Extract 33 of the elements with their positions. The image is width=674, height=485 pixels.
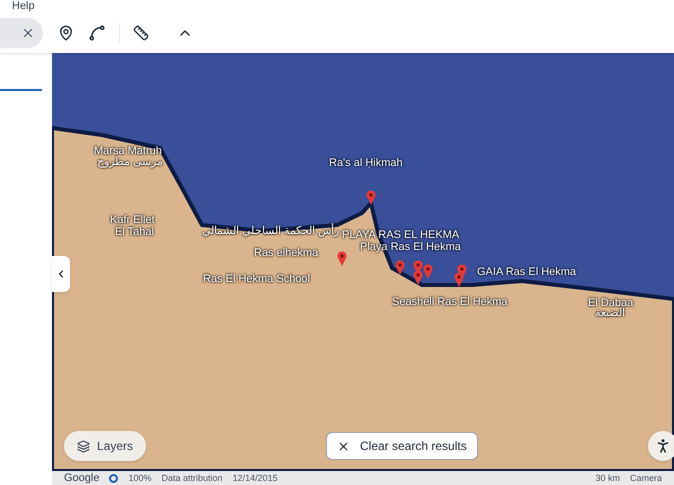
map-pin-icon[interactable] [395,260,405,275]
data-attribution-link[interactable]: Data attribution [162,473,223,483]
search-field[interactable] [0,18,43,48]
close-icon[interactable] [21,26,35,40]
map-label: Kafr Ellet [110,214,155,226]
camera-label: Camera [630,473,662,483]
google-logo: Google [64,473,100,483]
map-pin-icon[interactable] [366,190,376,205]
map-label: الضبعة [595,307,625,319]
ruler-icon[interactable] [133,25,149,41]
map-label: PLAYA RAS EL HEKMA [342,229,460,241]
imagery-date: 12/14/2015 [232,473,278,483]
path-icon[interactable] [88,24,106,42]
map-label: Seashell Ras El Hekma [392,296,508,308]
map-label: مرسى مطروح [97,156,164,168]
scale-label: 30 km [595,473,620,483]
map-label: Ra's al Ḥikmah [329,157,403,169]
map-label: El Dabaa [588,297,634,309]
map-label: El Tahal [115,226,154,238]
zoom-icon [109,474,118,482]
zoom-level: 100% [128,473,152,483]
map-label: GAIA Ras El Hekma [477,266,576,278]
map-label: Ras El Hekma School [203,273,310,285]
layers-icon [77,440,90,452]
close-icon [337,440,350,452]
clear-search-results-button[interactable]: Clear search results [326,432,478,460]
menu-item[interactable]: Help [12,0,35,13]
layers-button[interactable]: Layers [64,431,146,461]
map-pin-icon[interactable] [413,270,423,285]
map-pin-icon[interactable] [337,251,347,266]
map-label: Ras elhekma [254,247,318,259]
pin-icon[interactable] [58,25,74,41]
map-pin-icon[interactable] [454,272,464,287]
